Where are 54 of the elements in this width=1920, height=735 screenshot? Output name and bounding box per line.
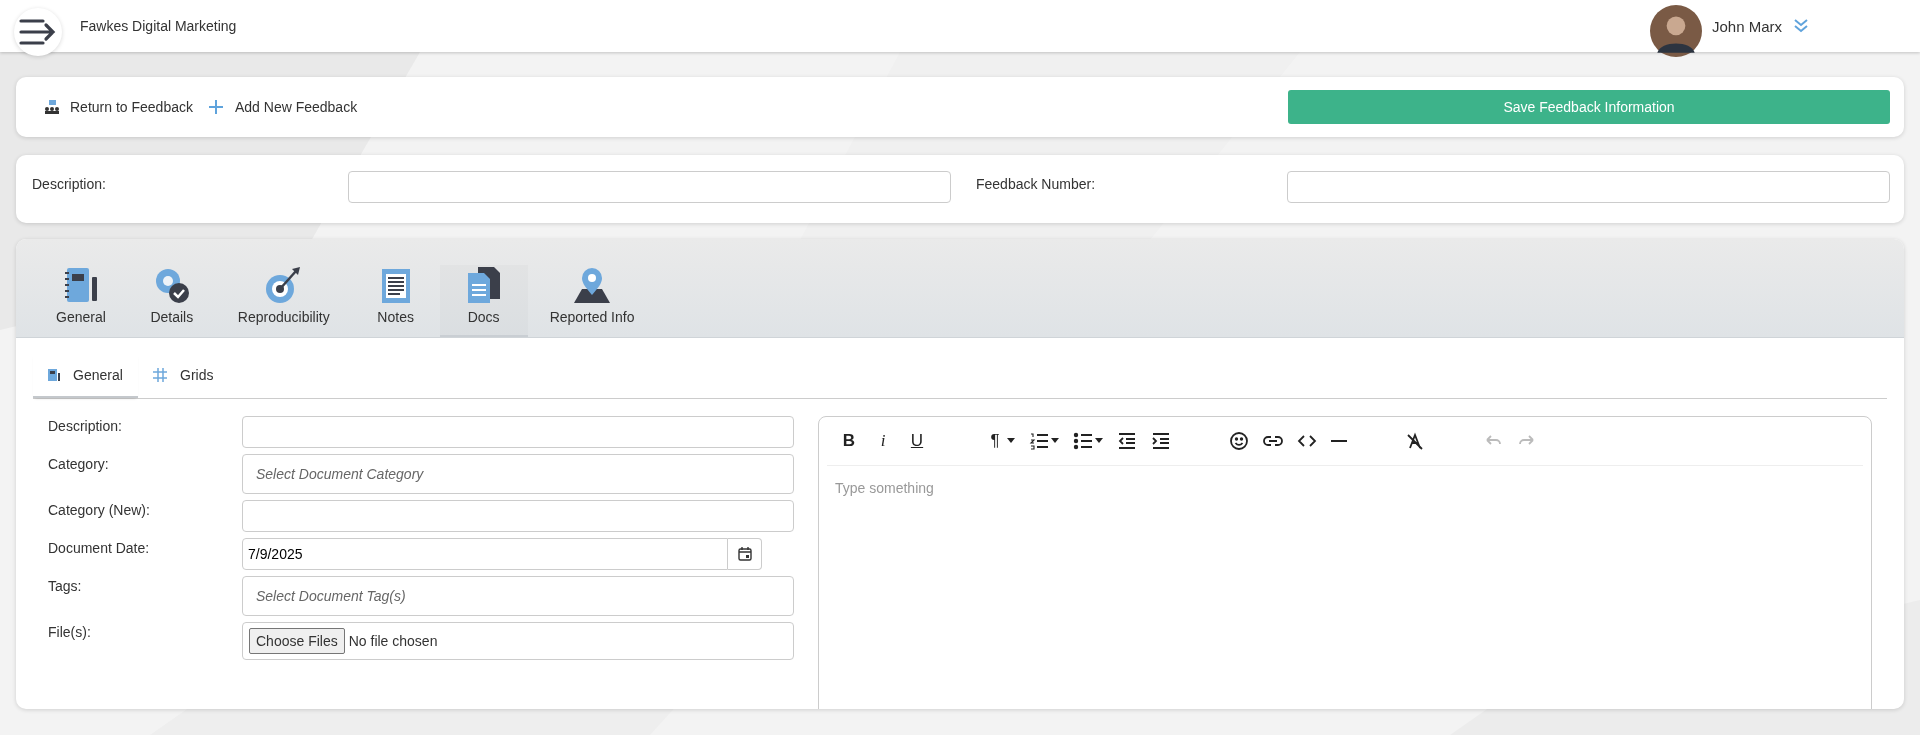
caret-icon bbox=[1051, 438, 1059, 444]
plus-icon bbox=[206, 98, 225, 116]
date-field[interactable]: 7/9/2025 bbox=[242, 538, 728, 570]
field-label: Tags: bbox=[48, 577, 83, 596]
file-field[interactable]: Choose Files No file chosen bbox=[242, 622, 794, 660]
horizontal-rule-icon bbox=[1331, 440, 1347, 442]
select-field[interactable]: Select Document Tag(s) bbox=[242, 576, 794, 616]
input-field[interactable] bbox=[242, 416, 794, 448]
paragraph-button[interactable]: ¶ bbox=[981, 426, 1019, 456]
input-field[interactable] bbox=[242, 500, 794, 532]
company-name: Fawkes Digital Marketing bbox=[80, 18, 237, 34]
tab[interactable]: General bbox=[34, 265, 128, 337]
return-link[interactable]: Return to Feedback bbox=[44, 99, 193, 115]
calendar-icon bbox=[736, 546, 753, 562]
tab[interactable]: Details bbox=[127, 265, 216, 337]
field-label: Feedback Number: bbox=[975, 175, 1097, 192]
bullet-list-icon bbox=[1073, 431, 1093, 451]
field-label: Document Date: bbox=[48, 539, 151, 558]
add-feedback-link[interactable]: Add New Feedback bbox=[206, 98, 358, 116]
calendar-button[interactable] bbox=[728, 538, 762, 570]
input-field[interactable] bbox=[1287, 171, 1890, 203]
field-label: Category (New): bbox=[48, 501, 151, 520]
avatar-icon[interactable] bbox=[1649, 5, 1702, 57]
choose-files-button[interactable]: Choose Files bbox=[249, 628, 345, 654]
caret-icon bbox=[1007, 438, 1015, 444]
menu-button[interactable] bbox=[14, 8, 62, 56]
chevron-down-icon[interactable] bbox=[1792, 17, 1810, 35]
input-field[interactable] bbox=[348, 171, 951, 203]
tab[interactable]: Reported Info bbox=[527, 265, 657, 337]
file-status: No file chosen bbox=[348, 633, 438, 649]
sub-tab[interactable]: Grids bbox=[138, 354, 243, 398]
field-label: Description: bbox=[48, 417, 123, 436]
select-field[interactable]: Select Document Category bbox=[242, 454, 794, 494]
user-name[interactable]: John Marx bbox=[1711, 17, 1782, 35]
tab[interactable]: Docs bbox=[439, 265, 528, 337]
outdent-icon bbox=[1117, 431, 1137, 451]
field-label: Category: bbox=[48, 455, 110, 474]
org-chart-icon bbox=[44, 99, 60, 115]
field-label: File(s): bbox=[48, 623, 92, 642]
tab[interactable]: Reproducibility bbox=[215, 265, 352, 337]
menu-icon bbox=[18, 17, 58, 47]
indent-icon bbox=[1151, 431, 1171, 451]
clear-format-icon bbox=[1405, 431, 1425, 451]
hash-icon bbox=[152, 367, 168, 383]
bold-button[interactable]: B bbox=[835, 426, 863, 456]
numbered-list-icon bbox=[1029, 431, 1049, 451]
field-label: Description: bbox=[32, 175, 107, 192]
sub-tab[interactable]: General bbox=[33, 354, 138, 398]
italic-button[interactable]: i bbox=[869, 426, 897, 456]
emoji-icon bbox=[1229, 431, 1249, 451]
caret-icon bbox=[1095, 438, 1103, 444]
notebook-icon bbox=[47, 368, 61, 382]
underline-button[interactable]: U bbox=[903, 426, 931, 456]
tab[interactable]: Notes bbox=[351, 265, 440, 337]
